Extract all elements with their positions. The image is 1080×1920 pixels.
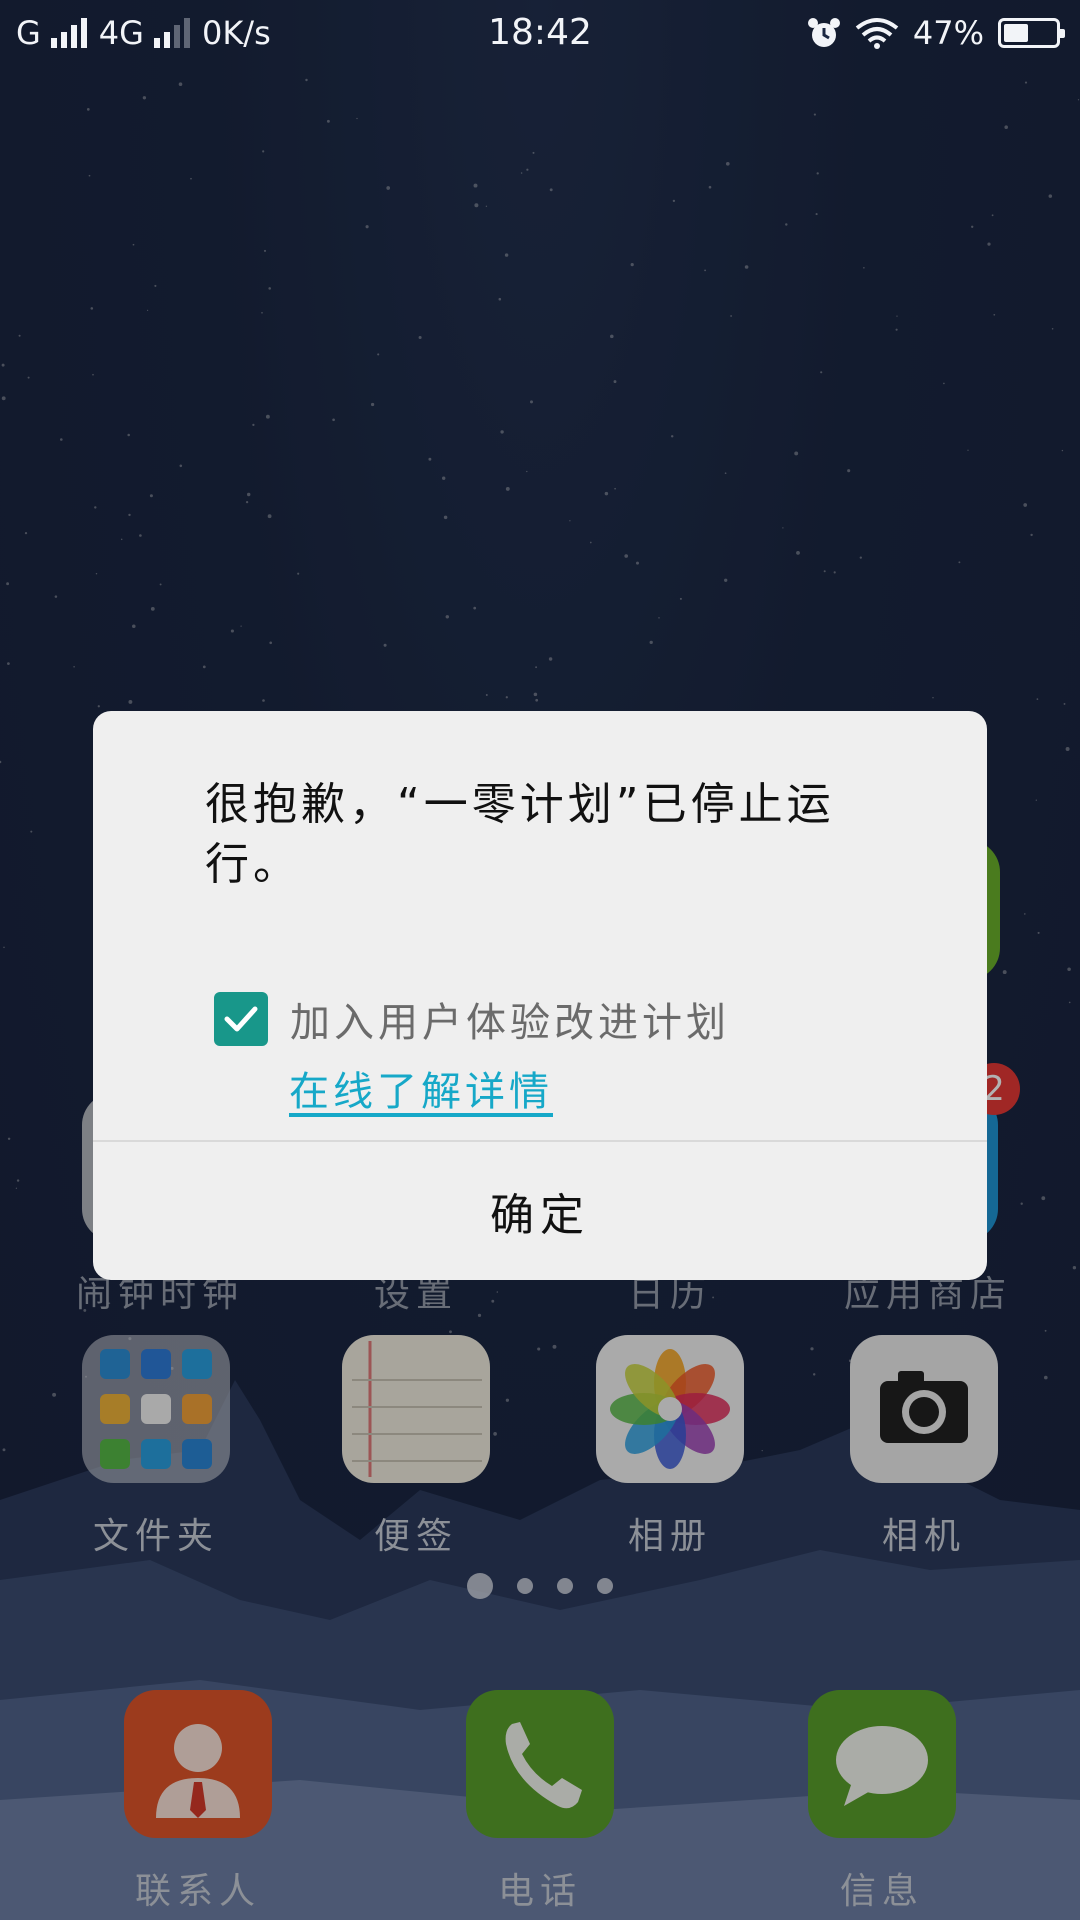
wifi-icon	[855, 18, 899, 49]
network-speed: 0K/s	[201, 14, 271, 52]
checkmark-icon	[224, 1006, 258, 1032]
learn-more-link[interactable]: 在线了解详情	[289, 1059, 553, 1117]
improvement-plan-checkbox-row[interactable]: 加入用户体验改进计划	[214, 990, 730, 1048]
status-bar: G 4G 0K/s 18:42 47%	[0, 0, 1080, 70]
dialog-message: 很抱歉，“一零计划”已停止运行。	[205, 779, 835, 890]
checkbox-label: 加入用户体验改进计划	[290, 1000, 730, 1046]
battery-icon	[998, 18, 1065, 48]
alarm-icon	[807, 18, 840, 47]
confirm-button[interactable]: 确定	[93, 1142, 987, 1280]
signal-icon	[50, 18, 87, 48]
network-type: 4G	[98, 14, 144, 52]
improvement-plan-checkbox[interactable]	[214, 992, 268, 1046]
battery-percent: 47%	[912, 14, 984, 52]
signal-icon	[153, 18, 190, 48]
carrier-label: G	[16, 14, 41, 52]
app-stopped-dialog: 很抱歉，“一零计划”已停止运行。 加入用户体验改进计划 在线了解详情 确定	[93, 711, 987, 1280]
